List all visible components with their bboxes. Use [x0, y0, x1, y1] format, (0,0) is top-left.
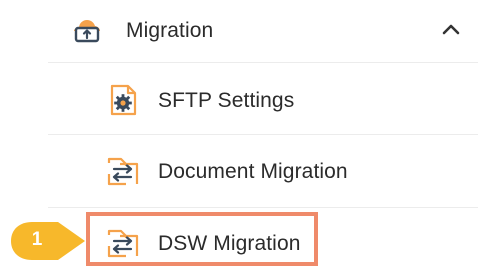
menu-item-label: SFTP Settings — [158, 89, 295, 112]
migration-section-header[interactable]: Migration — [0, 4, 478, 62]
file-gear-icon — [110, 84, 137, 116]
divider — [48, 62, 478, 63]
highlight-box — [86, 212, 318, 266]
menu-item-document-migration[interactable]: Document Migration — [0, 136, 478, 206]
cloud-upload-icon — [74, 20, 100, 43]
chevron-up-icon[interactable] — [440, 20, 462, 38]
callout-number: 1 — [31, 229, 43, 250]
section-label: Migration — [126, 19, 214, 42]
divider — [48, 207, 478, 208]
menu-item-label: Document Migration — [158, 160, 348, 183]
divider — [48, 134, 478, 135]
menu-item-sftp-settings[interactable]: SFTP Settings — [0, 64, 478, 134]
file-transfer-icon — [107, 157, 139, 186]
